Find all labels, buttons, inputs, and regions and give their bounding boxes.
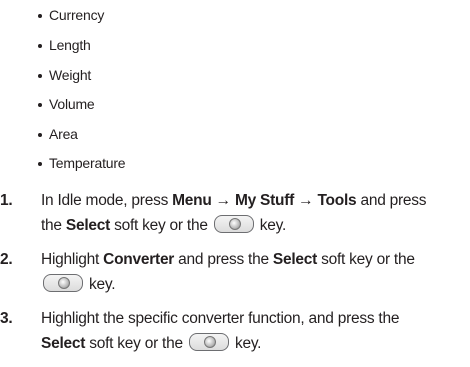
- bullet-icon: [38, 44, 42, 49]
- step-number: 1.: [0, 192, 13, 209]
- converter-function-list: Currency Length Weight Volume Area Tempe…: [38, 0, 126, 179]
- menu-keyword: Menu: [172, 192, 212, 209]
- step-text: key.: [230, 335, 262, 352]
- my-stuff-keyword: My Stuff: [234, 192, 295, 209]
- converter-keyword: Converter: [103, 251, 175, 268]
- tools-keyword: Tools: [317, 192, 357, 209]
- step-text: soft key or the: [110, 217, 212, 234]
- arrow-icon: →: [211, 192, 235, 209]
- manual-page: Currency Length Weight Volume Area Tempe…: [0, 0, 470, 367]
- center-select-key-icon: [43, 274, 83, 292]
- list-item-label: Temperature: [49, 155, 126, 172]
- step-number: 2.: [0, 251, 13, 268]
- list-item: Area: [38, 120, 125, 150]
- list-item-label: Length: [49, 37, 91, 54]
- step-text: and press: [356, 192, 427, 209]
- list-item-label: Weight: [49, 66, 92, 83]
- list-item: Weight: [38, 61, 125, 91]
- step-text: soft key or the: [317, 251, 415, 268]
- step-text: and press the: [174, 251, 273, 268]
- step-1: 1. In Idle mode, press Menu → My Stuff →…: [0, 188, 470, 238]
- step-text: Highlight the specific converter functio…: [41, 310, 400, 327]
- step-text: Highlight: [41, 251, 104, 268]
- step-text: In Idle mode, press: [41, 192, 173, 209]
- list-item: Temperature: [38, 149, 126, 179]
- bullet-icon: [38, 103, 42, 108]
- step-text: key.: [255, 217, 287, 234]
- step-text: key.: [85, 276, 116, 293]
- center-select-key-icon: [188, 333, 229, 351]
- step-text: soft key or the: [85, 335, 187, 352]
- list-item: Length: [38, 31, 125, 61]
- instruction-steps: 1. In Idle mode, press Menu → My Stuff →…: [0, 188, 470, 365]
- bullet-icon: [38, 162, 42, 167]
- center-select-key-icon: [213, 215, 254, 233]
- step-2: 2. Highlight Converter and press the Sel…: [0, 247, 470, 297]
- list-item: Volume: [38, 90, 125, 120]
- list-item-label: Volume: [49, 96, 95, 113]
- list-item-label: Currency: [49, 7, 105, 23]
- arrow-icon: →: [294, 192, 318, 209]
- bullet-icon: [38, 132, 42, 137]
- select-keyword: Select: [41, 335, 86, 352]
- list-item-label: Area: [49, 125, 78, 142]
- step-number: 3.: [0, 310, 13, 327]
- select-keyword: Select: [65, 217, 111, 234]
- bullet-icon: [38, 14, 42, 18]
- bullet-icon: [38, 73, 42, 78]
- step-text: the: [41, 217, 66, 234]
- step-3: 3. Highlight the specific converter func…: [0, 306, 470, 356]
- select-keyword: Select: [272, 251, 318, 268]
- list-item: Currency: [38, 0, 125, 31]
